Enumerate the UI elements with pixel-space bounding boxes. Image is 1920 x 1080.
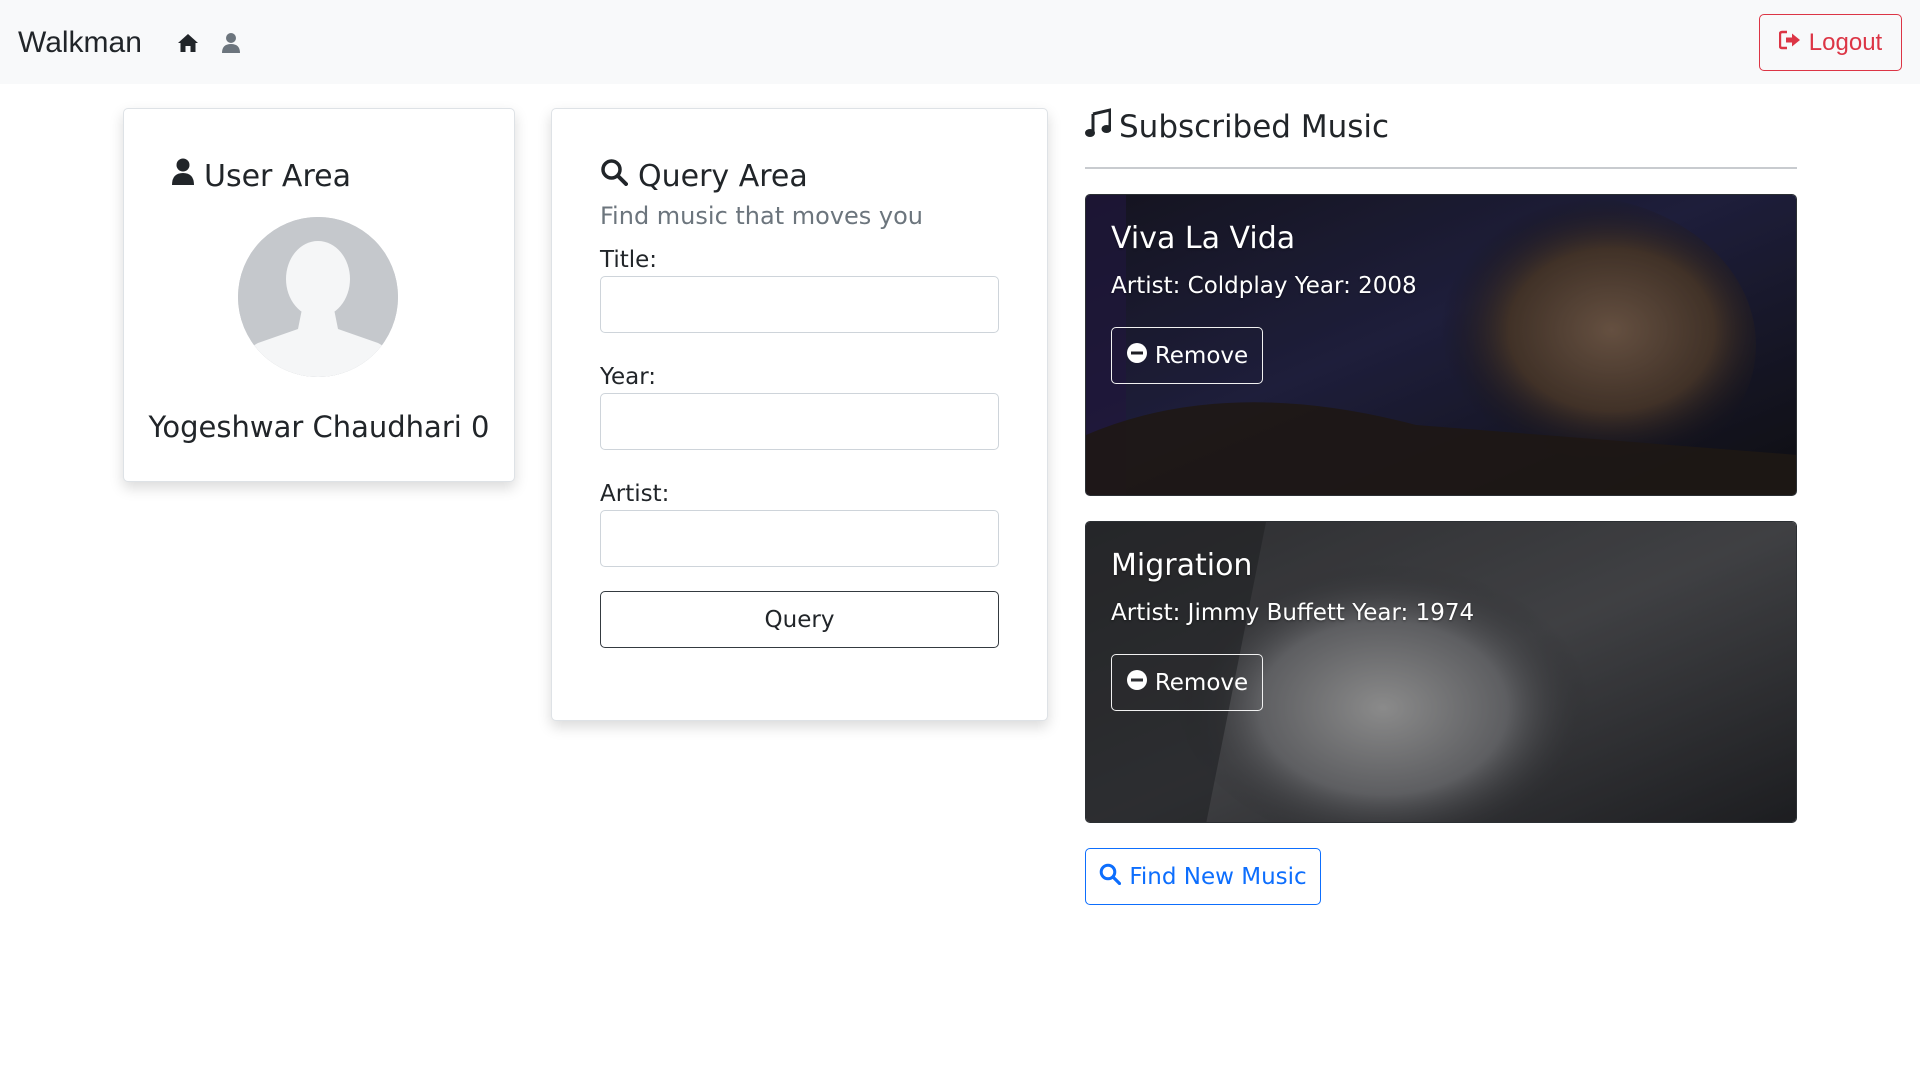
home-icon[interactable] [176,31,200,55]
search-icon [1099,863,1122,891]
remove-button[interactable]: Remove [1111,654,1263,711]
remove-button[interactable]: Remove [1111,327,1263,384]
user-area-heading: User Area [172,158,351,194]
query-subtitle: Find music that moves you [600,202,924,230]
user-area-title: User Area [204,158,351,194]
query-area-title: Query Area [638,158,808,194]
music-card: Migration Artist: Jimmy Buffett Year: 19… [1085,521,1797,823]
brand-link[interactable]: Walkman [18,24,142,62]
query-button[interactable]: Query [600,591,999,648]
subscribed-music-heading: Subscribed Music [1085,108,1389,146]
artist-label: Artist: [600,481,670,507]
year-label: Year: [600,364,657,390]
music-title: Viva La Vida [1111,221,1296,256]
navbar: Walkman Logout [0,0,1920,84]
user-name: Yogeshwar Chaudhari 0 [148,410,490,444]
logout-label: Logout [1808,28,1883,56]
user-icon [172,158,194,194]
music-card: Viva La Vida Artist: Coldplay Year: 2008… [1085,194,1797,496]
music-title: Migration [1111,548,1253,583]
sign-out-icon [1778,29,1801,57]
minus-circle-icon [1126,342,1148,370]
music-note-icon [1085,108,1112,146]
subscribed-music-title: Subscribed Music [1119,109,1390,145]
avatar-silhouette-icon [238,217,398,377]
logout-button[interactable]: Logout [1759,14,1902,71]
user-icon[interactable] [219,31,243,55]
find-new-music-label: Find New Music [1129,863,1307,890]
title-label: Title: [600,247,658,273]
music-meta: Artist: Coldplay Year: 2008 [1111,273,1417,299]
title-input[interactable] [600,276,999,333]
artist-input[interactable] [600,510,999,567]
query-area-heading: Query Area [600,158,808,194]
find-new-music-button[interactable]: Find New Music [1085,848,1321,905]
avatar [238,217,398,377]
search-icon [600,158,628,194]
remove-label: Remove [1154,342,1249,369]
minus-circle-icon [1126,669,1148,697]
section-divider [1085,167,1797,169]
remove-label: Remove [1154,669,1249,696]
music-meta: Artist: Jimmy Buffett Year: 1974 [1111,600,1475,626]
year-input[interactable] [600,393,999,450]
